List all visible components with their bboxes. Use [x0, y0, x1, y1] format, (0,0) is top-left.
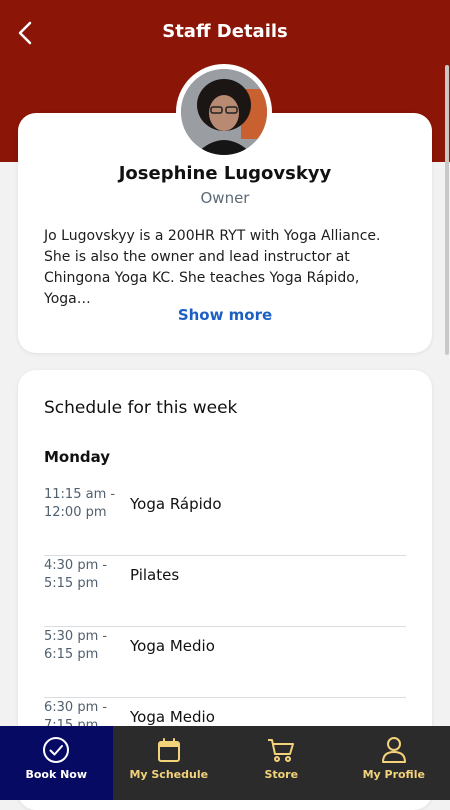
nav-label: Book Now — [0, 768, 113, 781]
nav-book-now[interactable]: Book Now — [0, 726, 113, 800]
nav-my-schedule[interactable]: My Schedule — [113, 726, 226, 800]
class-row[interactable]: 5:30 pm - 6:15 pm Yoga Medio — [44, 628, 406, 698]
staff-bio: Jo Lugovskyy is a 200HR RYT with Yoga Al… — [44, 226, 408, 310]
class-time-start: 6:30 pm - — [44, 699, 124, 717]
schedule-title: Schedule for this week — [44, 398, 237, 418]
class-time-start: 5:30 pm - — [44, 628, 124, 646]
staff-photo — [181, 69, 267, 155]
show-more-button[interactable]: Show more — [18, 306, 432, 324]
class-time: 5:30 pm - 6:15 pm — [44, 628, 124, 664]
class-time: 11:15 am - 12:00 pm — [44, 486, 124, 522]
user-icon — [379, 735, 409, 765]
class-time: 4:30 pm - 5:15 pm — [44, 557, 124, 593]
avatar — [176, 64, 272, 160]
nav-label: Store — [225, 768, 338, 781]
nav-label: My Profile — [338, 768, 450, 781]
staff-role: Owner — [18, 189, 432, 207]
class-name: Yoga Medio — [130, 637, 215, 655]
class-time-start: 4:30 pm - — [44, 557, 124, 575]
divider — [44, 697, 406, 698]
class-name: Yoga Rápido — [130, 495, 222, 513]
class-name: Pilates — [130, 566, 179, 584]
divider — [44, 555, 406, 556]
divider — [44, 626, 406, 627]
class-time-end: 5:15 pm — [44, 575, 124, 593]
class-row[interactable]: 11:15 am - 12:00 pm Yoga Rápido — [44, 486, 406, 556]
class-time-end: 12:00 pm — [44, 504, 124, 522]
check-circle-icon — [41, 735, 71, 765]
calendar-icon — [154, 735, 184, 765]
nav-label: My Schedule — [113, 768, 226, 781]
page-title: Staff Details — [0, 21, 450, 42]
nav-store[interactable]: Store — [225, 726, 338, 800]
class-name: Yoga Medio — [130, 708, 215, 726]
staff-name: Josephine Lugovskyy — [18, 163, 432, 184]
nav-my-profile[interactable]: My Profile — [338, 726, 450, 800]
cart-icon — [266, 735, 296, 765]
scrollbar[interactable] — [445, 65, 449, 355]
class-time-end: 6:15 pm — [44, 646, 124, 664]
day-label: Monday — [44, 448, 110, 466]
class-time-start: 11:15 am - — [44, 486, 124, 504]
class-row[interactable]: 4:30 pm - 5:15 pm Pilates — [44, 557, 406, 627]
bottom-nav: Book Now My Schedule Store My Profile — [0, 726, 450, 800]
